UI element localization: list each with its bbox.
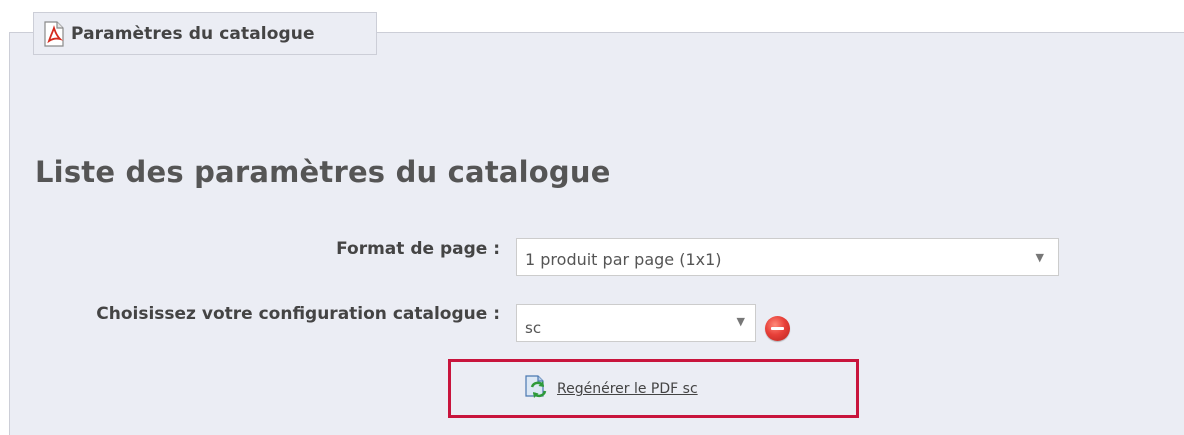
- page-format-value: 1 produit par page (1x1): [525, 249, 722, 269]
- chevron-down-icon: ▼: [1035, 251, 1044, 264]
- remove-circle-icon: [771, 327, 784, 330]
- pdf-icon: [43, 20, 65, 47]
- catalog-config-select[interactable]: sc ▼: [516, 304, 756, 342]
- catalog-config-value: sc: [525, 319, 542, 337]
- format-label: Format de page :: [336, 239, 500, 259]
- chevron-down-icon: ▼: [736, 315, 745, 328]
- page-format-select[interactable]: 1 produit par page (1x1) ▼: [516, 238, 1059, 276]
- page-title: Liste des paramètres du catalogue: [35, 155, 611, 189]
- regenerate-pdf-link[interactable]: Regénérer le PDF sc: [523, 374, 698, 400]
- refresh-document-icon: [523, 374, 549, 400]
- config-label: Choisissez votre configuration catalogue…: [96, 304, 500, 324]
- remove-config-button[interactable]: [765, 316, 790, 341]
- panel-legend: Paramètres du catalogue: [33, 12, 377, 55]
- panel-title: Paramètres du catalogue: [71, 23, 315, 44]
- regenerate-pdf-label: Regénérer le PDF sc: [557, 381, 698, 397]
